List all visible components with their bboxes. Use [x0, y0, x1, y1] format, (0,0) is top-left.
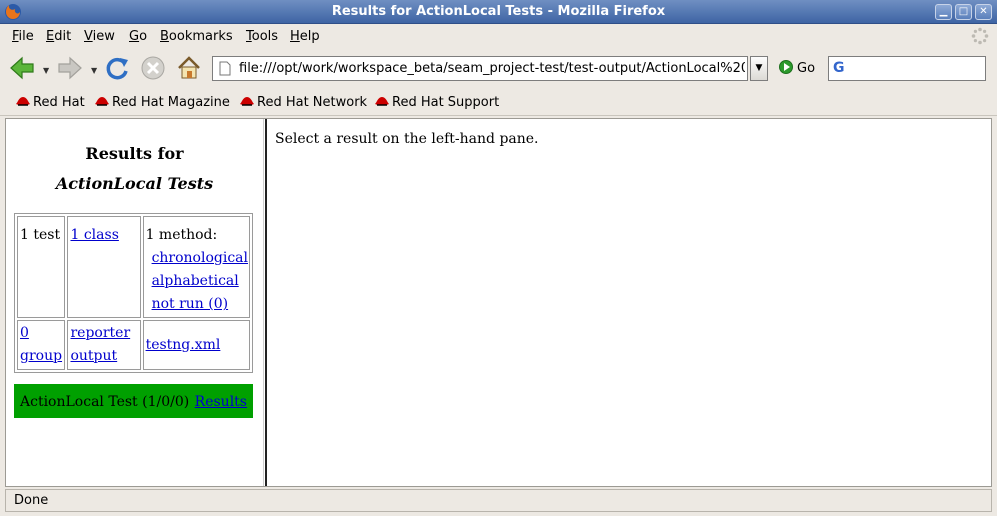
url-text[interactable]: file:///opt/work/workspace_beta/seam_pro… — [239, 61, 745, 76]
redhat-icon — [240, 97, 254, 106]
throbber-icon — [971, 27, 989, 45]
redhat-icon — [16, 97, 30, 106]
maximize-button[interactable]: □ — [955, 4, 972, 20]
status-text: Done — [14, 493, 49, 508]
testng-xml-link[interactable]: testng.xml — [146, 337, 221, 353]
testng-cell: testng.xml — [142, 320, 250, 370]
url-history-dropdown[interactable]: ▼ — [750, 56, 768, 81]
menu-help[interactable]: Help — [290, 29, 320, 44]
reporter-link[interactable]: reporter — [70, 325, 130, 341]
menu-view[interactable]: View — [84, 29, 115, 44]
table-row: 1 test 1 class 1 method: chronological a… — [17, 216, 250, 318]
results-heading: Results for — [85, 144, 184, 163]
methods-label: 1 method: — [145, 227, 218, 243]
group-label-link[interactable]: group — [20, 348, 62, 364]
classes-link[interactable]: 1 class — [70, 227, 118, 243]
forward-icon — [58, 56, 82, 80]
results-subheading: ActionLocal Tests — [55, 174, 214, 193]
reporter-cell: reporter output — [67, 320, 141, 370]
window-title: Results for ActionLocal Tests - Mozilla … — [331, 4, 666, 19]
left-frame: Results for ActionLocal Tests 1 test 1 c… — [6, 119, 263, 486]
menu-file[interactable]: File — [12, 29, 34, 44]
menu-go[interactable]: Go — [129, 29, 147, 44]
menu-edit[interactable]: Edit — [46, 29, 71, 44]
suite-result-row: ActionLocal Test (1/0/0) Results — [14, 384, 253, 418]
url-bar[interactable]: file:///opt/work/workspace_beta/seam_pro… — [212, 56, 748, 81]
classes-cell: 1 class — [67, 216, 141, 318]
menu-bar: File Edit View Go Bookmarks Tools Help — [0, 24, 997, 48]
bookmarks-toolbar: Red Hat Red Hat Magazine Red Hat Network… — [0, 88, 997, 116]
bookmark-red-hat-magazine[interactable]: Red Hat Magazine — [94, 95, 230, 110]
go-button[interactable]: Go — [779, 60, 815, 78]
back-icon[interactable] — [8, 54, 36, 82]
menu-bookmarks[interactable]: Bookmarks — [160, 29, 233, 44]
content-area: Results for ActionLocal Tests 1 test 1 c… — [5, 118, 992, 487]
redhat-icon — [375, 97, 389, 106]
page-icon — [219, 61, 231, 76]
suite-name: ActionLocal Test (1/0/0) — [20, 394, 190, 410]
stop-icon — [141, 56, 165, 80]
methods-cell: 1 method: chronological alphabetical not… — [142, 216, 250, 318]
status-panel: Done — [5, 489, 992, 512]
menu-tools[interactable]: Tools — [246, 29, 278, 44]
instruction-text: Select a result on the left-hand pane. — [275, 131, 539, 147]
status-bar: Done — [0, 488, 997, 516]
group-count-link[interactable]: 0 — [20, 325, 29, 341]
title-bar: Results for ActionLocal Tests - Mozilla … — [0, 0, 997, 24]
right-frame: Select a result on the left-hand pane. — [268, 119, 991, 486]
close-button[interactable]: ✕ — [975, 4, 992, 20]
groups-cell: 0 group — [17, 320, 66, 370]
chronological-link[interactable]: chronological — [152, 250, 248, 266]
google-search-icon[interactable]: G — [833, 60, 845, 76]
summary-table: 1 test 1 class 1 method: chronological a… — [14, 213, 253, 373]
not-run-link[interactable]: not run (0) — [152, 296, 229, 312]
table-row: 0 group reporter output testng.xml — [17, 320, 250, 370]
bookmark-red-hat-network[interactable]: Red Hat Network — [239, 95, 367, 110]
frame-divider[interactable] — [263, 119, 267, 486]
search-input[interactable]: G — [828, 56, 986, 81]
output-link[interactable]: output — [70, 348, 117, 364]
suite-results-link[interactable]: Results — [195, 394, 247, 410]
home-icon[interactable] — [175, 54, 203, 82]
reload-icon[interactable] — [103, 54, 131, 82]
redhat-icon — [95, 97, 109, 106]
bookmark-red-hat[interactable]: Red Hat — [15, 95, 85, 110]
bookmark-red-hat-support[interactable]: Red Hat Support — [374, 95, 499, 110]
back-dropdown-icon[interactable]: ▼ — [43, 66, 49, 75]
go-icon — [779, 60, 793, 74]
tests-cell: 1 test — [17, 216, 66, 318]
alphabetical-link[interactable]: alphabetical — [152, 273, 239, 289]
forward-dropdown-icon: ▼ — [91, 66, 98, 75]
minimize-button[interactable]: ▁ — [935, 4, 952, 20]
